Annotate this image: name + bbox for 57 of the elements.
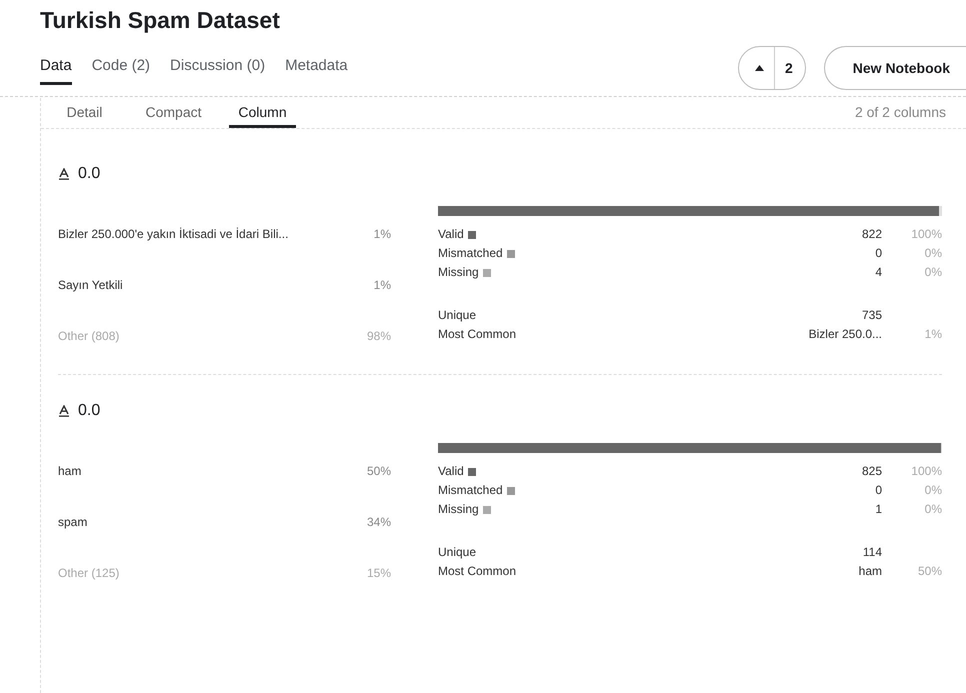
value-label: Bizler 250.000'e yakın İktisadi ve İdari Bili... [58,227,288,241]
stat-label: Most Common [438,326,518,343]
stat-label: Valid [438,463,464,480]
stat-label: Mismatched [438,482,503,499]
upvote-icon [754,65,764,71]
stat-share: 0% [924,482,942,499]
stat-share: 1% [924,326,942,343]
value-label: Sayın Yetkili [58,278,123,292]
text-type-icon [58,168,70,180]
stat-share: 100% [910,226,942,243]
value-label: spam [58,515,88,529]
stat-count: 1 [875,501,882,518]
tab[interactable]: Discussion (0) [170,57,266,85]
stat-label: Valid [438,226,464,243]
value-share: 15% [366,566,391,580]
tab[interactable]: Data [40,57,72,85]
stat-share: 50% [916,563,942,580]
column-count-dropdown[interactable]: 2 of 2 columns [854,105,946,119]
tab[interactable]: Code (2) [92,57,150,85]
value-share: 1% [374,227,391,241]
stat-label: Missing [438,264,479,281]
stat-value: 735 [862,307,882,324]
tab[interactable]: Metadata [285,57,348,85]
stat-count: 825 [862,463,882,480]
stat-count: 822 [862,226,882,243]
stat-value: ham [858,563,882,580]
stat-share: 0% [924,501,942,518]
view-tab[interactable]: Detail [51,105,118,128]
view-tab[interactable]: Compact [140,105,207,128]
value-label: Other (808) [58,329,120,343]
stat-share: 0% [924,264,942,281]
stat-label: Missing [438,501,479,518]
column-name: 0.0 [78,165,100,183]
new-notebook-button[interactable]: New Notebook [824,46,966,90]
stat-label: Unique [438,307,478,324]
value-share: 1% [374,278,391,292]
stat-count: 0 [875,482,882,499]
value-label: ham [58,464,82,478]
vote-count: 2 [784,60,794,76]
upvote-button[interactable]: 2 [738,46,806,90]
value-share: 98% [366,329,391,343]
stat-share: 0% [924,245,942,262]
stat-label: Unique [438,544,478,561]
value-label: Other (125) [58,566,120,580]
text-type-icon [58,405,70,417]
stat-share: 100% [910,463,942,480]
value-share: 50% [366,464,391,478]
stat-count: 4 [875,264,882,281]
stat-label: Most Common [438,563,518,580]
dataset-title: Turkish Spam Dataset [40,6,281,34]
stat-label: Mismatched [438,245,503,262]
column-name: 0.0 [78,402,100,420]
stat-count: 0 [875,245,882,262]
value-share: 34% [366,515,391,529]
view-tab[interactable]: Column [229,105,296,128]
stat-value: 114 [862,544,882,561]
stat-value: Bizler 250.0... [808,326,882,343]
